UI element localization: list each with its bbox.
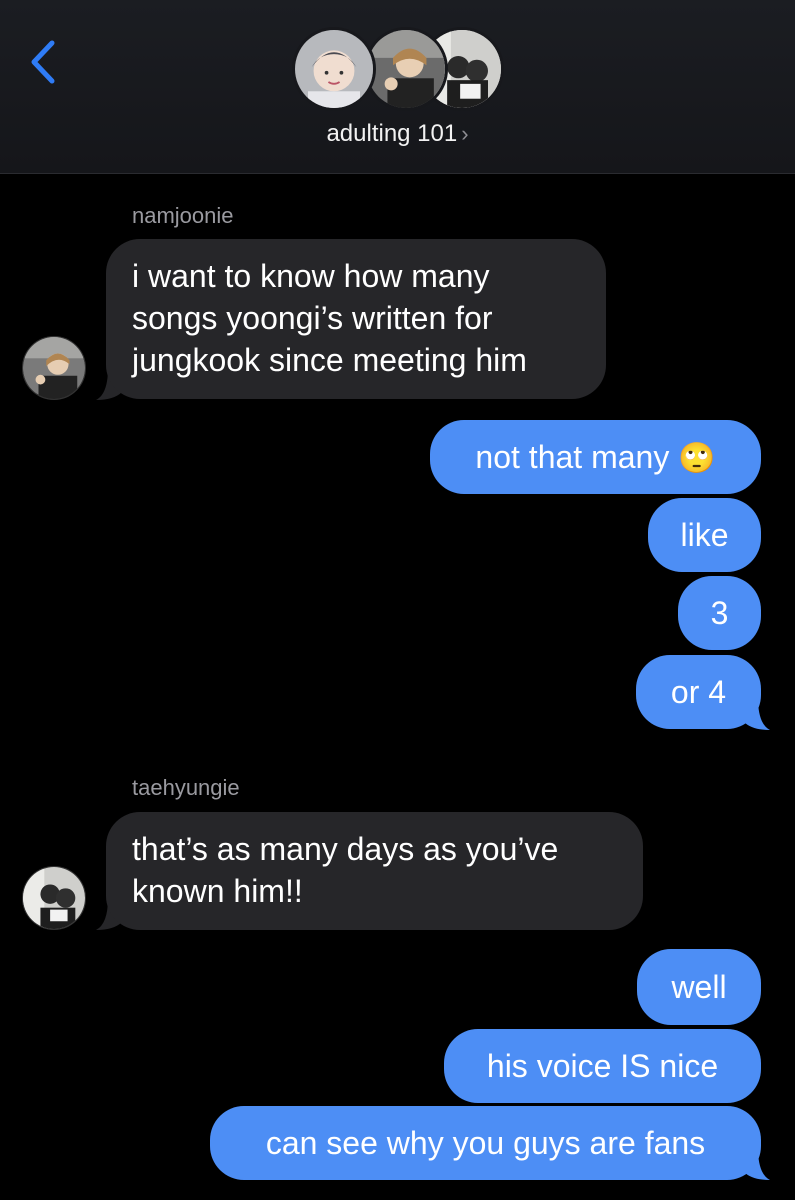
group-avatar-2 xyxy=(364,27,448,111)
group-name-button[interactable]: adulting 101 › xyxy=(0,120,795,148)
message-bubble-outgoing[interactable]: 3 xyxy=(678,576,761,650)
message-bubble-outgoing[interactable]: not that many 🙄 xyxy=(430,420,761,494)
message-text: well xyxy=(671,969,727,1005)
conversation-header: adulting 101 › xyxy=(0,0,795,174)
message-bubble-outgoing[interactable]: well xyxy=(637,949,761,1025)
sender-avatar[interactable] xyxy=(22,866,86,930)
message-text: his voice IS nice xyxy=(486,1048,719,1084)
group-name: adulting 101 xyxy=(326,120,458,147)
message-bubble-outgoing[interactable]: his voice IS nice xyxy=(444,1029,761,1103)
message-bubble-outgoing[interactable]: can see why you guys are fans xyxy=(210,1106,761,1180)
message-text: like xyxy=(680,517,729,553)
sender-avatar[interactable] xyxy=(22,336,86,400)
message-bubble-incoming[interactable]: i want to know how many songs yoongi’s w… xyxy=(106,239,606,399)
back-button[interactable] xyxy=(22,36,62,88)
message-text: 3 xyxy=(710,595,729,631)
message-text: or 4 xyxy=(670,674,727,710)
chevron-left-icon xyxy=(31,40,55,84)
message-line: songs yoongi’s written for xyxy=(132,300,493,336)
message-line: jungkook since meeting him xyxy=(132,342,527,378)
message-text: not that many xyxy=(475,439,670,475)
face-with-rolling-eyes-emoji: 🙄 xyxy=(678,442,716,475)
sender-name: namjoonie xyxy=(132,203,234,228)
message-bubble-incoming[interactable]: that’s as many days as you’ve known him!… xyxy=(106,812,643,930)
message-bubble-outgoing[interactable]: or 4 xyxy=(636,655,761,729)
message-line: that’s as many days as you’ve xyxy=(132,831,559,867)
group-avatars[interactable] xyxy=(292,27,504,111)
message-line: i want to know how many xyxy=(132,258,490,294)
chevron-right-icon: › xyxy=(461,121,469,146)
group-avatar-1 xyxy=(292,27,376,111)
sender-name: taehyungie xyxy=(132,775,240,800)
message-line: known him!! xyxy=(132,873,303,909)
message-bubble-outgoing[interactable]: like xyxy=(648,498,761,572)
message-text: can see why you guys are fans xyxy=(265,1125,706,1161)
